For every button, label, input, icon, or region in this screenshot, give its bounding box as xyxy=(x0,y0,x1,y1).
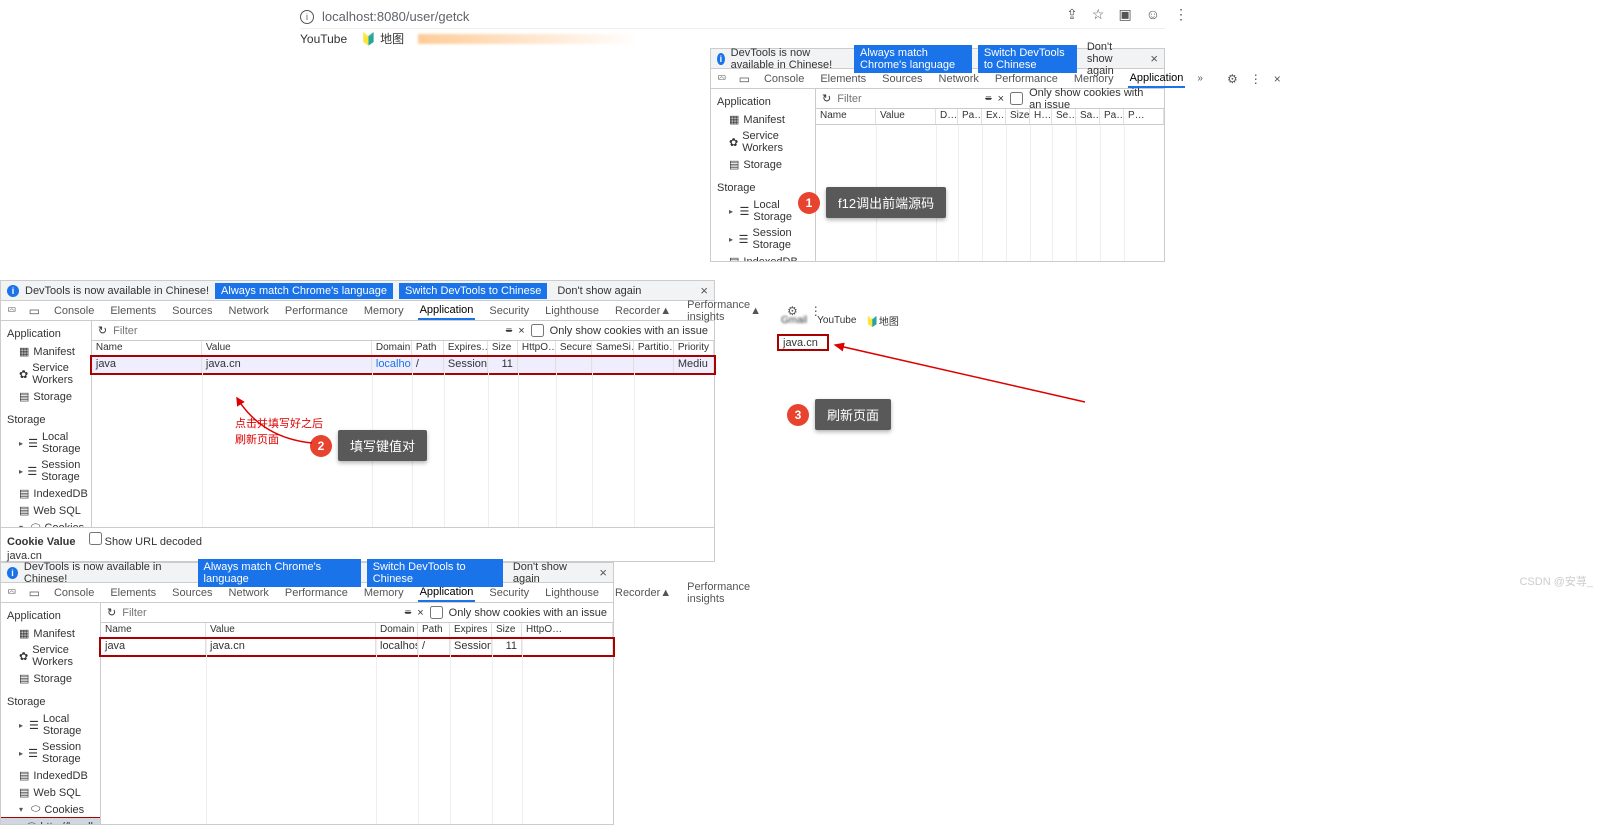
devtools-lang-bar: i DevTools is now available in Chinese! … xyxy=(711,49,1164,69)
app-sidebar-b: Application ▦ Manifest ✿ Service Workers… xyxy=(1,321,92,527)
kebab-icon[interactable]: ⋮ xyxy=(1250,72,1262,86)
info-icon: i xyxy=(7,285,19,297)
app-sidebar-c: Application ▦ Manifest ✿ Service Workers… xyxy=(1,603,101,824)
cookie-row-java-c[interactable]: java java.cn localhost / Session 11 xyxy=(101,639,613,655)
close-icon[interactable]: × xyxy=(700,283,708,298)
sidebar-storage[interactable]: ▤ Storage xyxy=(711,156,815,173)
tab-elements[interactable]: Elements xyxy=(818,69,868,88)
info-icon: i xyxy=(717,53,725,65)
sidebar-idb[interactable]: ▤ IndexedDB xyxy=(711,253,815,261)
btn-dont-show[interactable]: Don't show again xyxy=(553,283,645,299)
delete-icon[interactable]: × xyxy=(417,607,423,619)
device-icon[interactable]: ▭ xyxy=(29,586,40,600)
cookie-grid-c[interactable]: java java.cn localhost / Session 11 xyxy=(101,639,613,824)
sidebar-sw[interactable]: ✿ Service Workers xyxy=(711,128,815,156)
url-bar[interactable]: i localhost:8080/user/getck xyxy=(300,5,1165,29)
callout-num-3: 3 xyxy=(787,404,809,426)
device-icon[interactable]: ▭ xyxy=(739,72,750,86)
btn-match-lang[interactable]: Always match Chrome's language xyxy=(215,283,393,299)
panel-top: i localhost:8080/user/getck ⇪ ☆ ▣ ☺ ⋮ Yo… xyxy=(0,0,1560,280)
callout-3: 3 刷新页面 xyxy=(787,399,891,430)
callout-2: 2 填写键值对 xyxy=(310,430,427,461)
callout-num-1: 1 xyxy=(798,192,820,214)
app-main-a: ↻ = × Only show cookies with an issue Na… xyxy=(816,89,1164,261)
tab-network[interactable]: Network xyxy=(937,69,981,88)
info-icon: i xyxy=(7,567,18,579)
sidebar-cookie-origin-c[interactable]: ⬭ http://localhost:8080 xyxy=(1,818,100,824)
sidebar-h-app: Application xyxy=(711,93,815,111)
cookie-header-b: NameValue DomainPath Expires…Size HttpO…… xyxy=(92,341,714,357)
tab-console[interactable]: Console xyxy=(762,69,806,88)
tab-performance[interactable]: Performance xyxy=(993,69,1060,88)
clear-icon[interactable]: = xyxy=(506,325,512,337)
app-main-b: ↻ = × Only show cookies with an issue Na… xyxy=(92,321,714,527)
star-icon[interactable]: ☆ xyxy=(1092,6,1105,23)
close-icon[interactable]: × xyxy=(599,565,607,580)
mini-browser-c: Gmail YouTube 🔰地图 java.cn xyxy=(777,311,972,351)
extensions-icon[interactable]: ▣ xyxy=(1118,6,1131,23)
sidebar-session[interactable]: ▸☰ Session Storage xyxy=(711,225,815,253)
blurred-bookmarks xyxy=(418,34,638,44)
delete-icon[interactable]: × xyxy=(998,93,1004,105)
refresh-icon[interactable]: ↻ xyxy=(98,324,107,337)
page-output: java.cn xyxy=(777,334,829,351)
tab-application[interactable]: Application xyxy=(1128,69,1186,88)
devtools-a: i DevTools is now available in Chinese! … xyxy=(710,48,1165,262)
chevron-icon[interactable]: » xyxy=(1197,73,1203,84)
inspect-icon[interactable]: ⮹ xyxy=(717,71,727,86)
bookmark-maps[interactable]: 🔰地图 xyxy=(361,30,404,47)
site-info-icon[interactable]: i xyxy=(300,10,314,24)
tab-memory[interactable]: Memory xyxy=(1072,69,1116,88)
share-icon[interactable]: ⇪ xyxy=(1066,6,1078,23)
devtools-lang-bar-b: i DevTools is now available in Chinese! … xyxy=(1,281,714,301)
callout-1: 1 f12调出前端源码 xyxy=(798,187,946,218)
callout-text-1: f12调出前端源码 xyxy=(826,187,946,218)
only-issue-check[interactable] xyxy=(531,324,544,337)
filter-input[interactable] xyxy=(113,325,500,337)
btn-switch-lang[interactable]: Switch DevTools to Chinese xyxy=(399,283,547,299)
close-devtools-icon[interactable]: × xyxy=(1274,72,1281,86)
url-text: localhost:8080/user/getck xyxy=(322,9,469,24)
refresh-icon[interactable]: ↻ xyxy=(822,92,831,105)
callout-text-2: 填写键值对 xyxy=(338,430,427,461)
clear-icon[interactable]: = xyxy=(405,607,411,619)
close-icon[interactable]: × xyxy=(1150,51,1158,66)
url-decoded-check[interactable] xyxy=(89,532,102,545)
gear-icon[interactable]: ⚙ xyxy=(1227,72,1238,86)
only-issue-label: Only show cookies with an issue xyxy=(1029,87,1158,111)
panel-bottom-right: i DevTools is now available in Chinese! … xyxy=(0,562,614,825)
menu-icon[interactable]: ⋮ xyxy=(1174,6,1188,23)
delete-icon[interactable]: × xyxy=(518,325,524,337)
sidebar-manifest[interactable]: ▦ Manifest xyxy=(711,111,815,128)
tab-sources[interactable]: Sources xyxy=(880,69,924,88)
only-issue-check[interactable] xyxy=(1010,92,1023,105)
cookie-row-java[interactable]: java java.cn localhost / Session 11 Medi… xyxy=(92,357,714,373)
inspect-icon[interactable]: ⮹ xyxy=(7,585,17,600)
bookmarks-bar: YouTube 🔰地图 xyxy=(300,30,638,47)
callout-text-3: 刷新页面 xyxy=(815,399,891,430)
url-actions: ⇪ ☆ ▣ ☺ ⋮ xyxy=(1066,6,1188,23)
cookie-toolbar: ↻ = × Only show cookies with an issue xyxy=(816,89,1164,109)
inspect-icon[interactable]: ⮹ xyxy=(7,303,17,318)
watermark: CSDN @安荨_ xyxy=(1519,573,1593,589)
app-main-c: ↻ = × Only show cookies with an issue Na… xyxy=(101,603,613,824)
cookie-table-header: NameValue D…Pa… Ex…Size H…Se… Sa…Pa… P… xyxy=(816,109,1164,125)
clear-icon[interactable]: = xyxy=(985,93,991,105)
profile-icon[interactable]: ☺ xyxy=(1146,6,1160,23)
refresh-icon[interactable]: ↻ xyxy=(107,606,116,619)
lang-msg: DevTools is now available in Chinese! xyxy=(731,47,848,71)
app-sidebar: Application ▦ Manifest ✿ Service Workers… xyxy=(711,89,816,261)
filter-input[interactable] xyxy=(837,93,979,105)
devtools-tabs-b: ⮹ ▭ Console Elements Sources Network Per… xyxy=(1,301,714,321)
bookmark-youtube[interactable]: YouTube xyxy=(300,32,347,46)
callout-num-2: 2 xyxy=(310,435,332,457)
panel-bottom-left: i DevTools is now available in Chinese! … xyxy=(0,280,715,562)
device-icon[interactable]: ▭ xyxy=(29,304,40,318)
